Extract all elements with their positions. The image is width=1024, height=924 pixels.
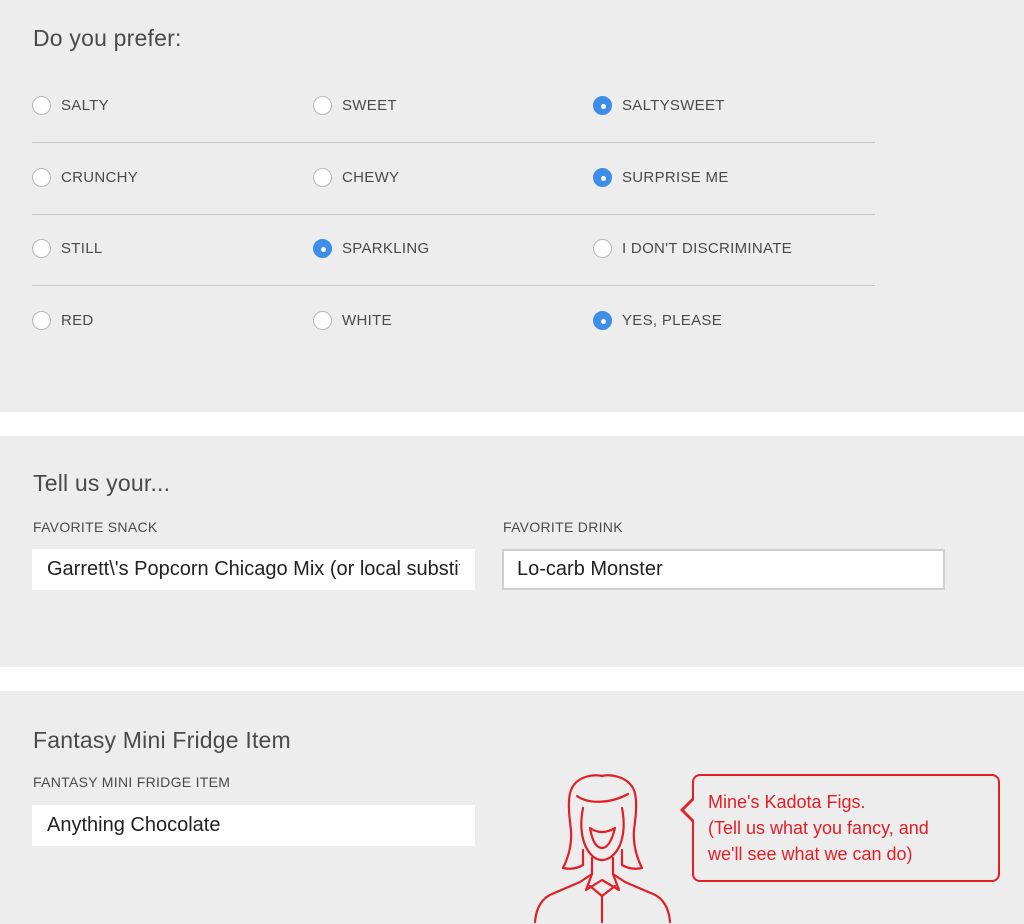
radio-dont-discriminate[interactable]: I DON'T DISCRIMINATE bbox=[593, 239, 792, 258]
fantasy-item-label: FANTASY MINI FRIDGE ITEM bbox=[33, 774, 231, 790]
radio-chewy[interactable]: CHEWY bbox=[313, 168, 399, 187]
tip-speech-bubble: Mine's Kadota Figs. (Tell us what you fa… bbox=[680, 774, 1000, 882]
radio-label: SALTYSWEET bbox=[622, 97, 725, 114]
radio-circle[interactable] bbox=[32, 168, 51, 187]
radio-circle[interactable] bbox=[593, 168, 612, 187]
radio-saltysweet[interactable]: SALTYSWEET bbox=[593, 96, 725, 115]
radio-circle[interactable] bbox=[313, 96, 332, 115]
radio-circle[interactable] bbox=[32, 311, 51, 330]
favorite-snack-label: FAVORITE SNACK bbox=[33, 519, 158, 535]
radio-sparkling[interactable]: SPARKLING bbox=[313, 239, 429, 258]
tip-line-3: we'll see what we can do) bbox=[708, 844, 913, 864]
radio-label: STILL bbox=[61, 240, 103, 257]
person-outline-icon bbox=[533, 774, 672, 924]
radio-white[interactable]: WHITE bbox=[313, 311, 392, 330]
radio-row-texture: CRUNCHY CHEWY SURPRISE ME bbox=[32, 143, 875, 215]
radio-row-taste: SALTY SWEET SALTYSWEET bbox=[32, 71, 875, 143]
fantasy-item-input[interactable] bbox=[32, 805, 475, 846]
radio-salty[interactable]: SALTY bbox=[32, 96, 109, 115]
radio-circle[interactable] bbox=[313, 168, 332, 187]
radio-label: YES, PLEASE bbox=[622, 312, 723, 329]
radio-row-water: STILL SPARKLING I DON'T DISCRIMINATE bbox=[32, 214, 875, 286]
radio-circle[interactable] bbox=[593, 96, 612, 115]
radio-label: SALTY bbox=[61, 97, 109, 114]
radio-label: CHEWY bbox=[342, 169, 400, 186]
radio-crunchy[interactable]: CRUNCHY bbox=[32, 168, 138, 187]
preferences-title: Do you prefer: bbox=[33, 25, 182, 51]
preferences-panel: Do you prefer: SALTY SWEET SALTYSWEET CR… bbox=[0, 0, 1024, 412]
radio-circle[interactable] bbox=[593, 239, 612, 258]
radio-surprise-me[interactable]: SURPRISE ME bbox=[593, 168, 729, 187]
radio-row-wine: RED WHITE YES, PLEASE bbox=[32, 286, 875, 358]
favorite-drink-input[interactable] bbox=[502, 549, 945, 590]
favorite-snack-input[interactable] bbox=[32, 549, 475, 590]
radio-label: WHITE bbox=[342, 312, 392, 329]
radio-label: I DON'T DISCRIMINATE bbox=[622, 240, 792, 257]
radio-circle[interactable] bbox=[313, 239, 332, 258]
radio-sweet[interactable]: SWEET bbox=[313, 96, 397, 115]
radio-red[interactable]: RED bbox=[32, 311, 94, 330]
radio-label: SWEET bbox=[342, 97, 397, 114]
radio-label: SPARKLING bbox=[342, 240, 430, 257]
fantasy-title: Fantasy Mini Fridge Item bbox=[33, 727, 291, 753]
radio-label: RED bbox=[61, 312, 94, 329]
favorites-title: Tell us your... bbox=[33, 470, 171, 496]
radio-circle[interactable] bbox=[313, 311, 332, 330]
radio-label: CRUNCHY bbox=[61, 169, 139, 186]
favorites-panel: Tell us your... FAVORITE SNACK FAVORITE … bbox=[0, 436, 1024, 667]
radio-circle[interactable] bbox=[32, 239, 51, 258]
radio-circle[interactable] bbox=[593, 311, 612, 330]
radio-still[interactable]: STILL bbox=[32, 239, 103, 258]
favorite-drink-label: FAVORITE DRINK bbox=[503, 519, 623, 535]
radio-circle[interactable] bbox=[32, 96, 51, 115]
radio-label: SURPRISE ME bbox=[622, 169, 729, 186]
tip-line-2: (Tell us what you fancy, and bbox=[708, 818, 929, 838]
radio-yes-please[interactable]: YES, PLEASE bbox=[593, 311, 722, 330]
tip-line-1: Mine's Kadota Figs. bbox=[708, 792, 866, 812]
